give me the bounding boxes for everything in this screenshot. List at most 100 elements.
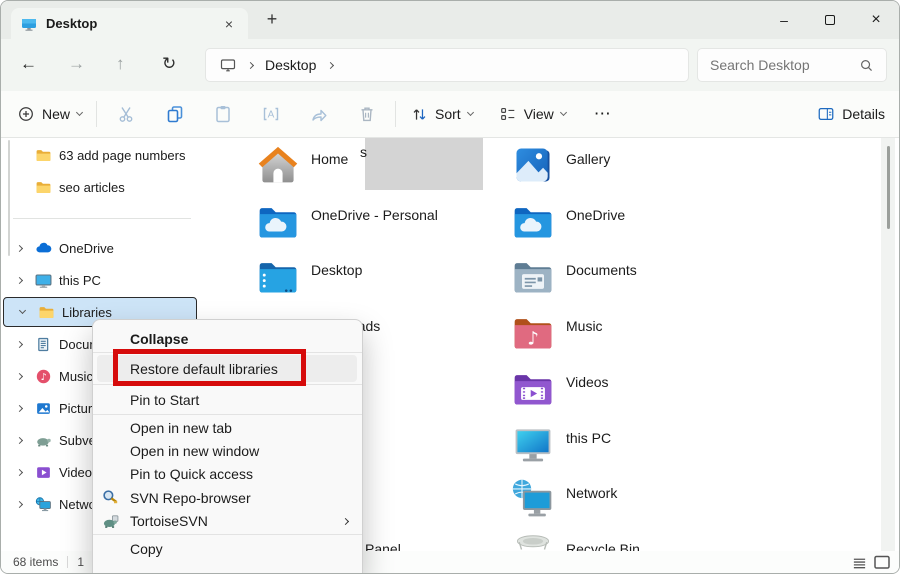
close-button[interactable]: × — [853, 1, 899, 39]
sidebar-item-label: 63 add page numbers — [59, 148, 185, 163]
back-button[interactable]: ← — [20, 52, 37, 76]
sidebar-item-this-pc[interactable]: this PC — [1, 265, 197, 295]
context-menu-item-svn-repo-browser[interactable]: SVN Repo-browser — [93, 486, 362, 509]
new-button[interactable]: New — [17, 105, 82, 123]
new-tab-button[interactable]: + — [261, 9, 283, 30]
icons-view-icon[interactable] — [873, 554, 891, 570]
sidebar-scrollbar[interactable] — [8, 140, 10, 256]
svn-repo-browser-icon — [102, 489, 119, 506]
file-tile-label: Home — [311, 151, 348, 167]
paste-button[interactable] — [199, 104, 247, 124]
vertical-scrollbar-thumb[interactable] — [887, 146, 890, 229]
search-icon — [859, 58, 874, 73]
sidebar-item-seo-articles[interactable]: seo articles — [1, 172, 197, 202]
selected-item-visible-text: s — [360, 144, 367, 160]
selected-item-partial[interactable]: s — [358, 138, 483, 190]
cut-icon — [117, 104, 137, 124]
chevron-right-icon[interactable] — [16, 340, 23, 347]
sidebar-item-label: OneDrive — [59, 241, 114, 256]
details-pane-button[interactable]: Details — [817, 105, 885, 123]
breadcrumb-segment[interactable]: Desktop — [265, 57, 316, 73]
tab-title: Desktop — [46, 16, 211, 31]
view-button[interactable]: View — [499, 105, 566, 123]
chevron-right-icon[interactable] — [16, 372, 23, 379]
context-menu-item-label: Copy — [130, 541, 163, 557]
sidebar-divider — [13, 218, 191, 219]
folder-icon — [38, 304, 55, 321]
items-count: 68 items — [13, 555, 58, 569]
file-tile-label: Desktop — [311, 262, 362, 278]
file-tile-gallery[interactable]: Gallery — [511, 143, 751, 193]
tab-close-icon[interactable]: × — [220, 16, 238, 32]
command-toolbar: New A Sort View ⋯ Details — [1, 91, 899, 138]
chevron-right-icon[interactable] — [327, 61, 334, 68]
file-tile-label: Music — [566, 318, 603, 334]
sidebar-item-label: seo articles — [59, 180, 125, 195]
file-tile-videos[interactable]: Videos — [511, 366, 751, 416]
context-menu-item-label: Collapse — [130, 331, 188, 347]
context-menu-item-tortoisesvn[interactable]: TortoiseSVN — [93, 510, 362, 533]
address-bar[interactable]: Desktop — [205, 48, 689, 82]
maximize-button[interactable] — [807, 1, 853, 39]
maximize-icon — [825, 15, 835, 25]
list-view-icon[interactable] — [850, 554, 868, 570]
context-menu-item-pin-to-start[interactable]: Pin to Start — [93, 386, 362, 413]
copy-button[interactable] — [151, 104, 199, 124]
file-tile-label: Documents — [566, 262, 637, 278]
sidebar-item-63-add-page-numbers[interactable]: 63 add page numbers — [1, 140, 197, 170]
chevron-down-icon — [560, 109, 567, 116]
file-tile-this-pc[interactable]: this PC — [511, 422, 751, 472]
file-tile-network[interactable]: Network — [511, 477, 751, 527]
refresh-button[interactable]: ↻ — [162, 52, 176, 76]
chevron-right-icon[interactable] — [16, 404, 23, 411]
chevron-right-icon[interactable] — [16, 500, 23, 507]
sidebar-item-onedrive[interactable]: OneDrive — [1, 233, 197, 263]
context-menu-item-collapse[interactable]: Collapse — [93, 326, 362, 351]
delete-button[interactable] — [343, 104, 391, 124]
chevron-down-icon[interactable] — [19, 307, 26, 314]
bottom-item-visible-text[interactable]: Panel — [365, 541, 401, 551]
context-menu-item-pin-to-quick-access[interactable]: Pin to Quick access — [93, 463, 362, 486]
rename-button[interactable]: A — [247, 104, 295, 124]
details-panel-icon — [817, 105, 835, 123]
folder-icon — [35, 179, 52, 196]
music-folder-icon: ♪ — [511, 310, 555, 354]
window-controls: – × — [761, 1, 899, 39]
chevron-right-icon[interactable] — [16, 276, 23, 283]
chevron-right-icon[interactable] — [16, 244, 23, 251]
up-button[interactable]: ↑ — [116, 52, 125, 76]
minimize-button[interactable]: – — [761, 1, 807, 39]
share-button[interactable] — [295, 104, 343, 124]
tab-bar: Desktop × + – × — [1, 1, 899, 39]
gallery-icon — [511, 143, 555, 187]
sort-button[interactable]: Sort — [411, 106, 473, 123]
chevron-right-icon[interactable] — [16, 436, 23, 443]
context-menu-item-copy[interactable]: Copy — [93, 536, 362, 562]
cut-button[interactable] — [103, 104, 151, 124]
search-box[interactable]: Search Desktop — [697, 48, 887, 82]
tab-desktop[interactable]: Desktop × — [11, 8, 248, 39]
file-tile-onedrive-personal[interactable]: OneDrive - Personal — [256, 199, 496, 249]
details-label: Details — [842, 106, 885, 122]
chevron-right-icon[interactable] — [16, 468, 23, 475]
network-large-icon — [511, 477, 555, 521]
file-tile-label: Videos — [566, 374, 609, 390]
file-tile-label: OneDrive - Personal — [311, 207, 438, 223]
file-tile-recycle-bin[interactable]: Recycle Bin — [511, 533, 751, 551]
submenu-arrow-icon — [342, 518, 349, 525]
chevron-right-icon[interactable] — [247, 61, 254, 68]
annotation-highlight-box — [113, 349, 306, 386]
file-tile-label: Gallery — [566, 151, 610, 167]
file-tile-desktop[interactable]: Desktop — [256, 254, 496, 304]
context-menu-item-open-in-new-tab[interactable]: Open in new tab — [93, 416, 362, 439]
context-menu-item-open-in-new-window[interactable]: Open in new window — [93, 439, 362, 462]
this-pc-icon — [511, 422, 555, 466]
monitor-icon — [220, 57, 236, 73]
file-tile-onedrive[interactable]: OneDrive — [511, 199, 751, 249]
file-tile-documents[interactable]: Documents — [511, 254, 751, 304]
file-tile-music[interactable]: ♪ Music — [511, 310, 751, 360]
forward-button[interactable]: → — [68, 52, 85, 76]
context-menu-item-label: Pin to Start — [130, 392, 199, 408]
new-plus-icon — [17, 105, 35, 123]
more-options-button[interactable]: ⋯ — [594, 104, 612, 124]
